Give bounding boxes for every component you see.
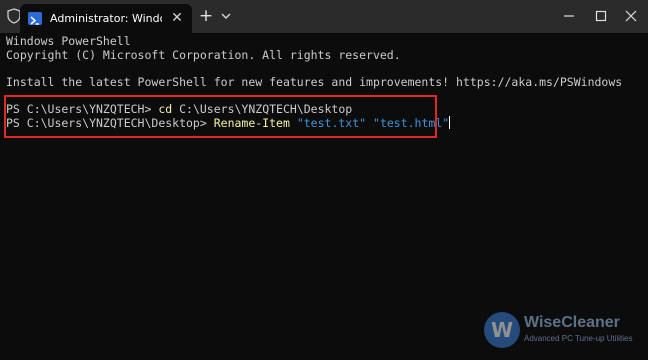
minimize-icon[interactable] bbox=[555, 6, 583, 26]
logo-letter: W bbox=[490, 318, 514, 342]
wisecleaner-logo: W bbox=[484, 312, 520, 348]
watermark-name: WiseCleaner bbox=[524, 314, 620, 331]
install-line: Install the latest PowerShell for new fe… bbox=[6, 75, 623, 89]
tab-title: Administrator: Windows PowerShell bbox=[50, 12, 162, 25]
close-icon[interactable]: ✕ bbox=[170, 10, 184, 26]
maximize-icon[interactable] bbox=[587, 6, 615, 26]
window-close-icon[interactable] bbox=[617, 6, 645, 26]
title-bar: Administrator: Windows PowerShell ✕ + bbox=[0, 0, 648, 33]
new-tab-button[interactable]: + bbox=[197, 7, 215, 25]
header-line-2: Copyright (C) Microsoft Corporation. All… bbox=[6, 48, 401, 62]
text-cursor bbox=[449, 116, 451, 129]
tab-powershell[interactable]: Administrator: Windows PowerShell ✕ bbox=[20, 4, 192, 33]
watermark: W WiseCleaner Advanced PC Tune-up Utilit… bbox=[484, 310, 644, 354]
powershell-icon bbox=[28, 12, 42, 25]
chevron-down-icon[interactable] bbox=[219, 8, 233, 24]
watermark-tagline: Advanced PC Tune-up Utilities bbox=[524, 334, 633, 343]
header-line-1: Windows PowerShell bbox=[6, 34, 131, 48]
highlight-box bbox=[4, 95, 437, 138]
